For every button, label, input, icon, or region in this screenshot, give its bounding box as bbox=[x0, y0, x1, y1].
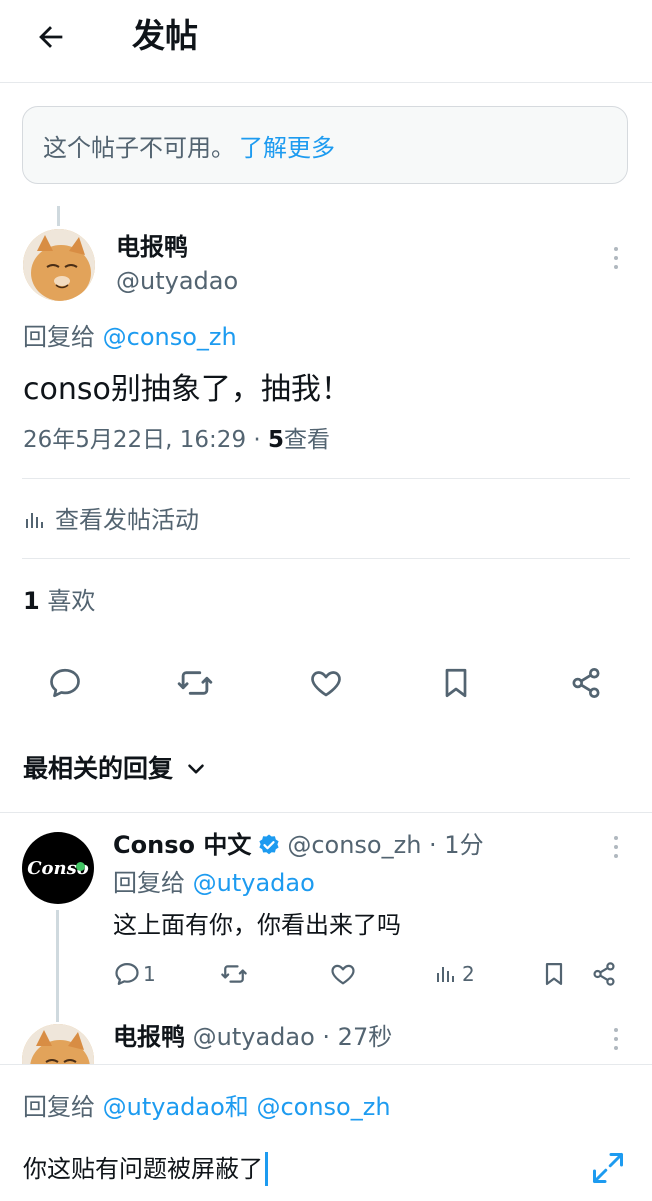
dot-icon bbox=[614, 854, 618, 858]
cat-avatar-image bbox=[23, 229, 95, 301]
thread-line bbox=[56, 910, 59, 1022]
divider bbox=[22, 558, 630, 559]
page-title: 发帖 bbox=[132, 16, 198, 55]
dot-icon bbox=[614, 1037, 618, 1041]
analytics-icon bbox=[26, 513, 43, 528]
share-button[interactable] bbox=[562, 659, 610, 707]
dot-icon bbox=[614, 836, 618, 840]
repost-button[interactable] bbox=[171, 659, 219, 707]
views-label: 查看 bbox=[284, 427, 331, 453]
notice-text: 这个帖子不可用。 bbox=[43, 133, 235, 162]
reply-to-label: 回复给 bbox=[23, 323, 95, 351]
chevron-down-icon bbox=[188, 764, 204, 774]
reply-input-text: 你这贴有问题被屏蔽了 bbox=[23, 1155, 263, 1183]
avatar[interactable] bbox=[23, 229, 95, 301]
unavailable-notice: 这个帖子不可用。 了解更多 bbox=[22, 106, 628, 184]
arrow-left-icon bbox=[39, 26, 63, 48]
reply-author-line: Conso 中文 @conso_zh · 1分 bbox=[113, 828, 484, 862]
reply-share-button[interactable] bbox=[590, 958, 618, 990]
like-button[interactable] bbox=[302, 659, 350, 707]
expand-icon bbox=[593, 1153, 623, 1183]
share-icon bbox=[572, 668, 600, 698]
reply-author-handle[interactable]: @conso_zh · 1分 bbox=[287, 828, 483, 862]
reply-author-name[interactable]: 电报鸭 bbox=[113, 1023, 185, 1051]
back-button[interactable] bbox=[28, 14, 74, 60]
reply-to-handle-link[interactable]: @conso_zh bbox=[256, 1093, 390, 1121]
reply-to-connector: 和 bbox=[224, 1093, 249, 1121]
composer-reply-to: 回复给 @utyadao和 @conso_zh bbox=[23, 1090, 391, 1124]
reply-author-line: 电报鸭 @utyadao · 27秒 bbox=[113, 1020, 392, 1054]
avatar[interactable]: Conso bbox=[22, 832, 94, 904]
heart-icon bbox=[331, 964, 355, 985]
bookmark-button[interactable] bbox=[432, 659, 480, 707]
replies-sort-dropdown[interactable]: 最相关的回复 bbox=[23, 752, 209, 786]
more-options-button[interactable] bbox=[606, 832, 626, 862]
reply-to-handle-link[interactable]: @utyadao bbox=[103, 1093, 225, 1121]
author-name[interactable]: 电报鸭 bbox=[116, 230, 188, 264]
dot-icon bbox=[614, 1046, 618, 1050]
divider bbox=[0, 812, 652, 813]
likes-summary[interactable]: 1 喜欢 bbox=[23, 584, 95, 618]
reply-input[interactable]: 你这贴有问题被屏蔽了 bbox=[23, 1150, 268, 1188]
repost-icon bbox=[177, 671, 213, 695]
reply-to-handle-link[interactable]: @conso_zh bbox=[103, 323, 237, 351]
reply-views-button[interactable]: 2 bbox=[434, 958, 475, 990]
reply-to-label: 回复给 bbox=[113, 869, 185, 897]
dot-icon bbox=[614, 845, 618, 849]
author-handle[interactable]: @utyadao bbox=[116, 264, 238, 298]
reply-to-line: 回复给 @utyadao bbox=[113, 866, 315, 900]
reply-to-handle-link[interactable]: @utyadao bbox=[193, 869, 315, 897]
reply-bookmark-button[interactable] bbox=[540, 958, 568, 990]
dot-icon bbox=[614, 265, 618, 269]
top-bar bbox=[0, 0, 652, 83]
verified-badge-icon bbox=[259, 834, 279, 855]
views-count: 2 bbox=[462, 962, 475, 986]
reply-reply-button[interactable]: 1 bbox=[113, 958, 156, 990]
reply-like-button[interactable] bbox=[329, 958, 357, 990]
expand-composer-button[interactable] bbox=[588, 1148, 628, 1188]
reply-count: 1 bbox=[143, 962, 156, 986]
more-options-button[interactable] bbox=[606, 243, 626, 273]
reply-author-name[interactable]: Conso 中文 bbox=[113, 828, 251, 862]
reply-to-label: 回复给 bbox=[23, 1093, 95, 1121]
more-options-button[interactable] bbox=[606, 1024, 626, 1054]
reply-author-handle[interactable]: @utyadao · 27秒 bbox=[193, 1023, 393, 1051]
post-activity-label: 查看发帖活动 bbox=[55, 506, 199, 534]
bookmark-icon bbox=[445, 668, 467, 698]
post-activity-link[interactable]: 查看发帖活动 bbox=[23, 503, 199, 537]
likes-label: 喜欢 bbox=[47, 587, 96, 615]
post-timestamp[interactable]: 26年5月22日, 16:29 · bbox=[23, 427, 268, 453]
reply-repost-button[interactable] bbox=[220, 958, 248, 990]
learn-more-link[interactable]: 了解更多 bbox=[239, 128, 335, 163]
repost-icon bbox=[221, 965, 247, 983]
reply-icon bbox=[50, 668, 80, 698]
post-meta: 26年5月22日, 16:29 · 5查看 bbox=[23, 424, 330, 456]
analytics-icon bbox=[437, 967, 454, 982]
heart-icon bbox=[311, 671, 341, 697]
dot-icon bbox=[614, 256, 618, 260]
dot-icon bbox=[614, 1028, 618, 1032]
dot-icon bbox=[614, 247, 618, 251]
reply-icon bbox=[115, 962, 139, 986]
post-text: conso别抽象了，抽我！ bbox=[23, 372, 351, 407]
share-icon bbox=[593, 962, 615, 986]
bookmark-icon bbox=[545, 962, 563, 986]
logo-dot-icon bbox=[76, 862, 85, 871]
likes-count: 1 bbox=[23, 587, 40, 615]
divider bbox=[22, 478, 630, 479]
thread-line bbox=[57, 206, 60, 226]
sort-label: 最相关的回复 bbox=[23, 754, 174, 783]
text-caret bbox=[265, 1152, 268, 1186]
views-count: 5 bbox=[268, 427, 285, 453]
reply-to-line: 回复给 @conso_zh bbox=[23, 320, 237, 354]
reply-text: 这上面有你，你看出来了吗 bbox=[113, 911, 401, 939]
reply-button[interactable] bbox=[41, 659, 89, 707]
